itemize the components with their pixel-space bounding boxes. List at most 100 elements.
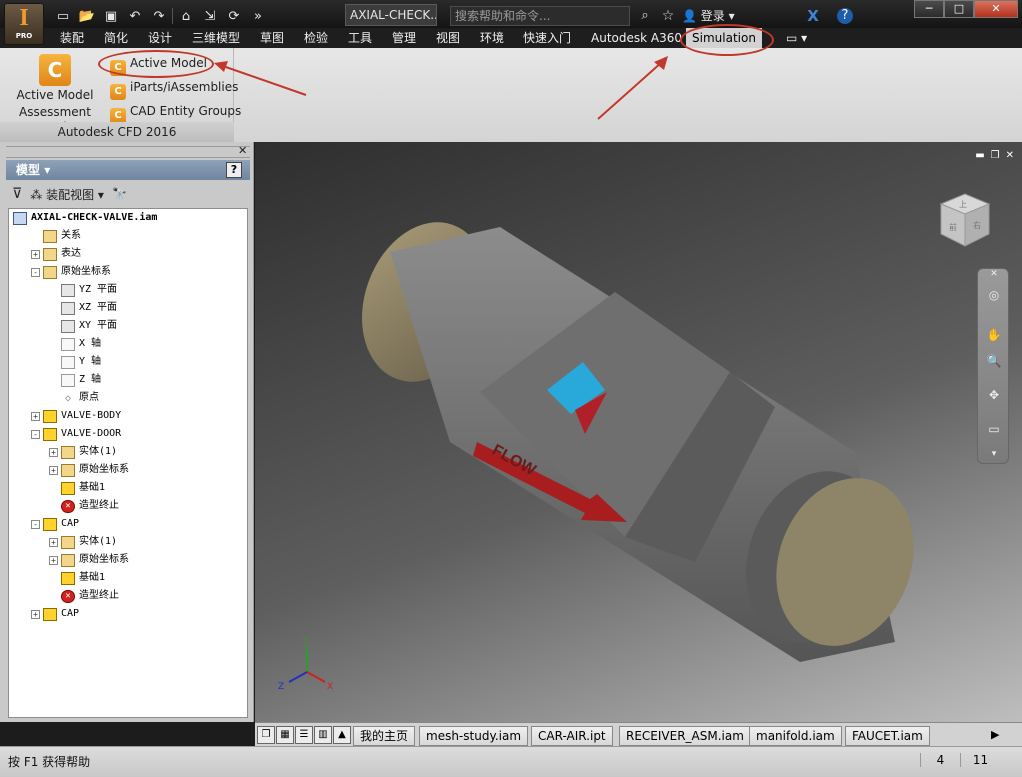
tree-item[interactable]: Z 轴 xyxy=(49,371,101,389)
tree-item-label: 原点 xyxy=(79,392,99,403)
tree-item[interactable]: + 表达 xyxy=(31,245,81,263)
viewcube[interactable]: 上 前 右 xyxy=(933,190,993,250)
folder-icon xyxy=(43,247,57,261)
tree-expand-toggle[interactable]: + xyxy=(49,537,58,547)
tree-item-label: 原始坐标系 xyxy=(79,554,129,565)
tree-item[interactable]: AXIAL-CHECK-VALVE.iam xyxy=(13,209,157,227)
browser-grip[interactable] xyxy=(6,146,250,158)
axis-icon xyxy=(61,337,75,351)
zoom-icon[interactable]: 🔍 xyxy=(984,351,1004,371)
annotation-arrow-line xyxy=(219,64,307,96)
steering-wheel-icon[interactable]: ◎ xyxy=(984,285,1004,305)
tree-expand-toggle[interactable]: + xyxy=(49,447,58,457)
tree-item[interactable]: X 轴 xyxy=(49,335,101,353)
tree-item-label: AXIAL-CHECK-VALVE.iam xyxy=(31,212,158,223)
folder-icon xyxy=(61,445,75,459)
tree-item[interactable]: YZ 平面 xyxy=(49,281,117,299)
tree-item[interactable]: ✕ 造型终止 xyxy=(49,587,119,605)
tree-expand-toggle[interactable]: + xyxy=(31,609,40,619)
orbit-icon[interactable]: ✥ xyxy=(984,385,1004,405)
folder-icon xyxy=(61,553,75,567)
status-count-documents: 11 xyxy=(960,753,1000,767)
tree-expand-toggle[interactable]: - xyxy=(31,267,40,277)
tree-item[interactable]: XY 平面 xyxy=(49,317,117,335)
plane-icon xyxy=(61,301,75,315)
end-of-part-icon: ✕ xyxy=(61,589,75,603)
tree-expand-toggle[interactable]: + xyxy=(31,249,40,259)
collapse-up-icon[interactable]: ▲ xyxy=(333,726,351,744)
tree-item[interactable]: Y 轴 xyxy=(49,353,101,371)
pan-icon[interactable]: ✋ xyxy=(984,325,1004,345)
part-icon xyxy=(43,607,57,621)
tree-item[interactable]: ✕ 造型终止 xyxy=(49,497,119,515)
filter-icon[interactable]: ⊽ xyxy=(12,186,22,202)
tree-item-label: 基础1 xyxy=(79,572,106,583)
tree-item[interactable]: 关系 xyxy=(31,227,81,245)
navbar-menu-icon[interactable]: ▾ xyxy=(984,447,1004,461)
axis-icon xyxy=(61,355,75,369)
app-logo-letter: I xyxy=(19,5,29,31)
tile-icon[interactable]: ▦ xyxy=(276,726,294,744)
valve-model: FLOW Y X Z xyxy=(278,222,914,692)
viewcube-top-label: 上 xyxy=(959,200,967,209)
status-help-text: 按 F1 获得帮助 xyxy=(8,755,91,769)
navigation-bar: ✕ ◎ ✋ 🔍 ✥ ▭ ▾ xyxy=(977,268,1009,464)
end-of-part-icon: ✕ xyxy=(61,499,75,513)
assembly-view-icon: ⁂ xyxy=(30,187,47,202)
tree-item-label: 造型终止 xyxy=(79,500,119,511)
tree-expand-toggle[interactable]: - xyxy=(31,429,40,439)
tree-item[interactable]: - CAP xyxy=(31,515,79,533)
plane-icon xyxy=(61,283,75,297)
browser-toolbar: ⊽ ⁂ 装配视图 ▾ 🔭 xyxy=(6,182,250,206)
tile-vertical-icon[interactable]: ▥ xyxy=(314,726,332,744)
look-at-icon[interactable]: ▭ xyxy=(984,419,1004,439)
tree-expand-toggle[interactable]: + xyxy=(31,411,40,421)
graphics-viewport[interactable]: ▬ ❐ ✕ FLOW Y X Z 上 前 右 ✕ ◎ ✋ 🔍 ✥ ▭ ▾ xyxy=(255,142,1022,722)
doc-tab-home[interactable]: 我的主页 xyxy=(353,726,416,746)
tree-expand-toggle[interactable]: + xyxy=(49,555,58,565)
status-count-occurrences: 4 xyxy=(920,753,960,767)
tree-item[interactable]: + 实体(1) xyxy=(49,533,117,551)
tree-item[interactable]: + CAP xyxy=(31,605,79,623)
triad-z-label: Z xyxy=(278,682,284,692)
tree-item-label: 基础1 xyxy=(79,482,106,493)
tree-item[interactable]: - VALVE-DOOR xyxy=(31,425,121,443)
tree-item[interactable]: XZ 平面 xyxy=(49,299,117,317)
tree-item-label: CAP xyxy=(61,518,80,529)
scroll-right-icon[interactable]: ▶ xyxy=(991,728,999,741)
cascade-icon[interactable]: ❐ xyxy=(257,726,275,744)
tree-item-label: 实体(1) xyxy=(79,446,118,457)
triad-x-label: X xyxy=(327,682,333,692)
tree-item[interactable]: - 原始坐标系 xyxy=(31,263,111,281)
assembly-view-dropdown[interactable]: ⁂ 装配视图 ▾ xyxy=(30,186,104,203)
folder-icon xyxy=(61,535,75,549)
triad-z-axis xyxy=(288,671,308,683)
doc-tab[interactable]: manifold.iam xyxy=(749,726,842,746)
tree-item[interactable]: + 原始坐标系 xyxy=(49,461,129,479)
doc-tab[interactable]: FAUCET.iam xyxy=(845,726,930,746)
tree-expand-toggle[interactable]: + xyxy=(49,465,58,475)
doc-tab[interactable]: mesh-study.iam xyxy=(419,726,529,746)
doc-tab[interactable]: RECEIVER_ASM.iam xyxy=(619,726,751,746)
tree-item[interactable]: 基础1 xyxy=(49,569,105,587)
doc-tab[interactable]: CAR-AIR.ipt xyxy=(531,726,613,746)
find-icon[interactable]: 🔭 xyxy=(112,187,127,201)
browser-help-icon[interactable]: ? xyxy=(226,162,242,178)
assembly-icon xyxy=(13,211,27,225)
tree-item[interactable]: 基础1 xyxy=(49,479,105,497)
tree-item[interactable]: ◇ 原点 xyxy=(49,389,99,407)
tile-horizontal-icon[interactable]: ☰ xyxy=(295,726,313,744)
triad-y-label: Y xyxy=(302,637,309,647)
navbar-close-icon[interactable]: ✕ xyxy=(984,269,1004,279)
browser-title[interactable]: 模型 ▾ xyxy=(6,160,250,180)
point-icon: ◇ xyxy=(64,392,72,404)
application-menu-button[interactable]: I PRO xyxy=(4,3,44,45)
tree-expand-toggle[interactable]: - xyxy=(31,519,40,529)
tree-item[interactable]: + VALVE-BODY xyxy=(31,407,121,425)
axis-icon xyxy=(61,373,75,387)
browser-close-icon[interactable]: ✕ xyxy=(238,144,247,157)
tree-item[interactable]: + 原始坐标系 xyxy=(49,551,129,569)
annotation-arrowhead xyxy=(214,61,228,72)
tree-item-label: 实体(1) xyxy=(79,536,118,547)
tree-item[interactable]: + 实体(1) xyxy=(49,443,117,461)
